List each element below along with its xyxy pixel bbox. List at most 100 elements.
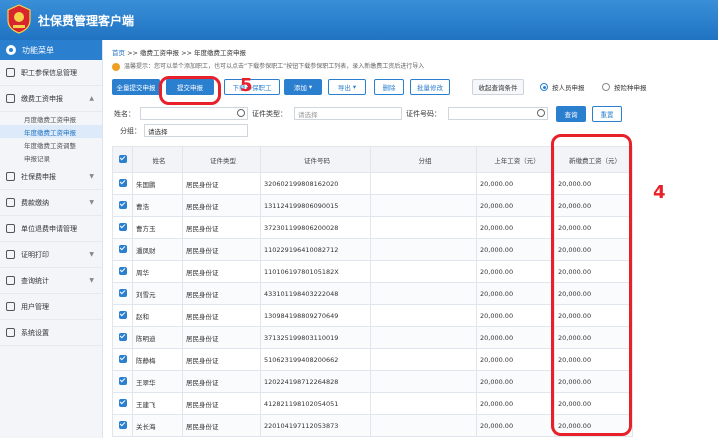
export-button[interactable]: 导出 ▾ — [328, 79, 366, 95]
cell-id-type: 居民身份证 — [182, 238, 261, 261]
sidebar-subitem-annual-adjust[interactable]: 年度缴费工资调整 — [0, 138, 102, 151]
menu-header[interactable]: 功能菜单 — [0, 40, 102, 60]
cell-id-type: 居民身份证 — [182, 414, 261, 437]
cell-last-year-wage: 20,000.00 — [476, 216, 555, 239]
cell-id-number: 433101198403222048 — [260, 282, 371, 305]
radio-by-insurance[interactable]: 按险种申报 — [602, 82, 647, 92]
sidebar-item-employee-info[interactable]: 职工参保信息管理 — [0, 60, 102, 86]
sidebar-item-certificate[interactable]: 证明打印 ▼ — [0, 242, 102, 268]
group-select[interactable]: 请选择 — [144, 124, 248, 137]
table-row[interactable]: 朱国鹏 居民身份证 320602199808162020 20,000.00 20,00… — [112, 172, 633, 195]
submit-button[interactable]: 提交申报 — [166, 79, 214, 95]
table-row[interactable]: 赵和 居民身份证 130984198809270649 20,000.00 20,000… — [112, 304, 633, 327]
submit-all-button[interactable]: 全量提交申报 — [112, 79, 160, 95]
sidebar-subitem-annual-wage[interactable]: 年度缴费工资申报 — [0, 125, 102, 138]
refund-icon — [6, 224, 15, 233]
cell-new-wage[interactable]: 20,000.00 — [554, 414, 633, 437]
row-checkbox[interactable] — [112, 304, 133, 327]
checkbox-checked-icon — [118, 288, 127, 297]
menu-icon — [6, 45, 16, 55]
cell-last-year-wage: 20,000.00 — [476, 194, 555, 217]
cell-new-wage[interactable]: 20,000.00 — [554, 370, 633, 393]
table-row[interactable]: 曹方玉 居民身份证 372301199806200028 20,000.00 20,00… — [112, 216, 633, 239]
breadcrumb: 首页 >> 缴费工资申报 >> 年度缴费工资申报 — [112, 47, 246, 57]
export-button-label: 导出 — [337, 84, 351, 92]
cell-new-wage[interactable]: 20,000.00 — [554, 282, 633, 305]
table-row[interactable]: 曹浩 居民身份证 131124199806090015 20,000.00 20,000… — [112, 194, 633, 217]
cell-new-wage[interactable]: 20,000.00 — [554, 172, 633, 195]
row-checkbox[interactable] — [112, 414, 133, 437]
table-row[interactable]: 陈静梅 居民身份证 510623199408200662 20,000.00 20,00… — [112, 348, 633, 371]
table-body: 朱国鹏 居民身份证 320602199808162020 20,000.00 20,00… — [112, 172, 633, 437]
row-checkbox[interactable] — [112, 282, 133, 305]
cell-new-wage[interactable]: 20,000.00 — [554, 238, 633, 261]
toolbar: 全量提交申报 提交申报 下载参保职工 添加 ▾ 导出 ▾ 删除 批量修改 收起查… — [112, 79, 712, 97]
cell-name: 关长海 — [132, 414, 183, 437]
cell-id-type: 居民身份证 — [182, 326, 261, 349]
cell-new-wage[interactable]: 20,000.00 — [554, 304, 633, 327]
cell-id-number: 220104197112053873 — [260, 414, 371, 437]
table-row[interactable]: 陈明迪 居民身份证 371325199803110019 20,000.00 20,00… — [112, 326, 633, 349]
cell-name: 曹浩 — [132, 194, 183, 217]
cell-id-number: 131124199806090015 — [260, 194, 371, 217]
table-row[interactable]: 潘凤财 居民身份证 110229196410082712 20,000.00 20,00… — [112, 238, 633, 261]
batch-edit-button[interactable]: 批量修改 — [410, 79, 450, 95]
employee-table-wrapper[interactable]: 姓名 证件类型 证件号码 分组 上年工资（元） 新缴费工资（元） 朱国鹏 居民身份… — [112, 146, 718, 438]
checkbox-checked-icon — [118, 200, 127, 209]
sidebar-item-query[interactable]: 查询统计 ▼ — [0, 268, 102, 294]
cell-last-year-wage: 20,000.00 — [476, 414, 555, 437]
sidebar-item-payment[interactable]: 费款缴纳 ▼ — [0, 190, 102, 216]
cell-id-number: 130984198809270649 — [260, 304, 371, 327]
select-all-checkbox[interactable] — [112, 146, 133, 173]
cell-id-type: 居民身份证 — [182, 216, 261, 239]
table-row[interactable]: 王翠华 居民身份证 120224198712264828 20,000.00 20,00… — [112, 370, 633, 393]
sidebar-item-users[interactable]: 用户管理 — [0, 294, 102, 320]
idno-input[interactable] — [448, 107, 548, 120]
collapse-filters-button[interactable]: 收起查询条件 — [472, 79, 524, 95]
sidebar-item-refund[interactable]: 单位退费申请管理 — [0, 216, 102, 242]
cell-new-wage[interactable]: 20,000.00 — [554, 348, 633, 371]
breadcrumb-home[interactable]: 首页 — [112, 49, 125, 57]
radio-by-person[interactable]: 按人员申报 — [540, 82, 585, 92]
cell-new-wage[interactable]: 20,000.00 — [554, 392, 633, 415]
row-checkbox[interactable] — [112, 260, 133, 283]
cell-group — [370, 238, 477, 261]
sidebar-item-social-fee[interactable]: 社保费申报 ▼ — [0, 164, 102, 190]
delete-button[interactable]: 删除 — [374, 79, 404, 95]
sidebar-subitem-monthly-wage[interactable]: 月度缴费工资申报 — [0, 112, 102, 125]
cell-new-wage[interactable]: 20,000.00 — [554, 194, 633, 217]
table-row[interactable]: 刘雪元 居民身份证 433101198403222048 20,000.00 20,00… — [112, 282, 633, 305]
checkbox-checked-icon — [118, 398, 127, 407]
name-input[interactable] — [140, 107, 248, 120]
idtype-placeholder: 请选择 — [298, 110, 318, 119]
table-row[interactable]: 周华 居民身份证 11010619780105182X 20,000.00 20,000… — [112, 260, 633, 283]
reset-button[interactable]: 重置 — [592, 106, 622, 122]
row-checkbox[interactable] — [112, 392, 133, 415]
idtype-select[interactable]: 请选择 — [294, 107, 402, 120]
cell-name: 王翠华 — [132, 370, 183, 393]
cell-new-wage[interactable]: 20,000.00 — [554, 326, 633, 349]
sidebar-item-label: 社保费申报 — [21, 172, 56, 181]
row-checkbox[interactable] — [112, 326, 133, 349]
checkbox-checked-icon — [118, 332, 127, 341]
row-checkbox[interactable] — [112, 238, 133, 261]
table-row[interactable]: 王建飞 居民身份证 412821198102054051 20,000.00 20,00… — [112, 392, 633, 415]
cell-new-wage[interactable]: 20,000.00 — [554, 216, 633, 239]
cell-new-wage[interactable]: 20,000.00 — [554, 260, 633, 283]
sidebar-item-settings[interactable]: 系统设置 — [0, 320, 102, 346]
cell-name: 曹方玉 — [132, 216, 183, 239]
row-checkbox[interactable] — [112, 194, 133, 217]
query-button[interactable]: 查询 — [556, 106, 586, 122]
column-header: 分组 — [370, 146, 477, 173]
row-checkbox[interactable] — [112, 370, 133, 393]
chevron-down-icon: ▼ — [89, 199, 94, 206]
add-button[interactable]: 添加 ▾ — [284, 79, 322, 95]
cell-id-number: 110229196410082712 — [260, 238, 371, 261]
table-row[interactable]: 关长海 居民身份证 220104197112053873 20,000.00 20,00… — [112, 414, 633, 437]
sidebar-item-wage-declaration[interactable]: 缴费工资申报 ▲ — [0, 86, 102, 112]
column-header: 证件类型 — [182, 146, 261, 173]
row-checkbox[interactable] — [112, 348, 133, 371]
row-checkbox[interactable] — [112, 216, 133, 239]
sidebar-subitem-records[interactable]: 申报记录 — [0, 151, 102, 164]
row-checkbox[interactable] — [112, 172, 133, 195]
